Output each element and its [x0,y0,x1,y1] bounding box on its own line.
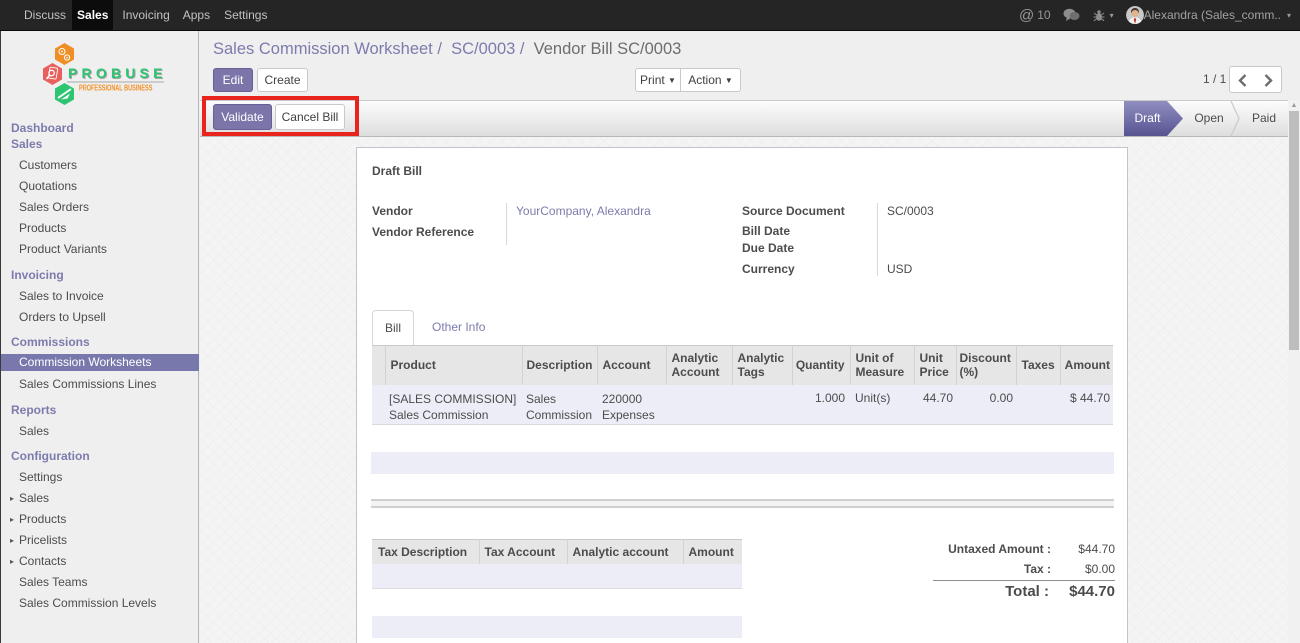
svg-text:PROFESSIONAL BUSINESS: PROFESSIONAL BUSINESS [79,83,153,92]
svg-text:PROBUSE: PROBUSE [68,65,167,81]
